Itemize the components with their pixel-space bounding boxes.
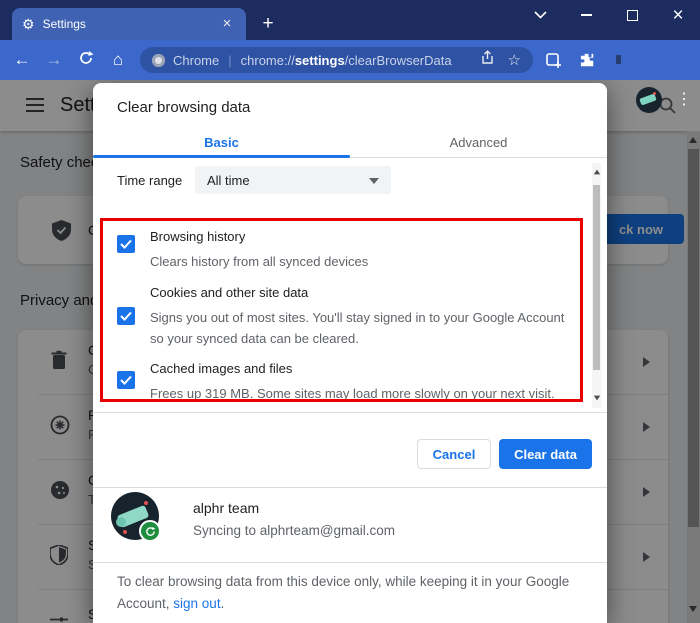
clear-data-button[interactable]: Clear data [499, 439, 592, 469]
address-bar[interactable]: Chrome | chrome://settings/clearBrowserD… [140, 47, 533, 73]
divider [93, 412, 607, 413]
dialog-scrollbar[interactable] [592, 163, 601, 408]
active-tab-underline [93, 155, 350, 158]
sign-out-link[interactable]: sign out [173, 596, 220, 611]
footer-note: To clear browsing data from this device … [117, 571, 579, 615]
minimize-button[interactable] [566, 0, 606, 30]
window-close-button[interactable]: × [658, 0, 698, 30]
clear-browsing-data-dialog: Clear browsing data Basic Advanced Time … [93, 83, 607, 623]
forward-icon[interactable]: → [38, 50, 70, 70]
browser-tab-settings[interactable]: ⚙ Settings × [12, 8, 246, 40]
url-chip-label: Chrome [173, 53, 219, 68]
profile-avatar [111, 492, 159, 540]
chrome-logo-icon [152, 54, 165, 67]
tab-search-chevron-icon[interactable] [520, 0, 560, 30]
profile-sync-status: Syncing to alphrteam@gmail.com [193, 523, 395, 538]
title-bar: ⚙ Settings × + × [0, 0, 700, 40]
cancel-button[interactable]: Cancel [417, 439, 491, 469]
home-icon[interactable]: ⌂ [102, 50, 134, 70]
divider [93, 487, 607, 488]
checkbox-browsing-history[interactable] [117, 235, 135, 253]
tab-title: Settings [43, 17, 218, 31]
browser-window: ⚙ Settings × + × ← → ⌂ Chrome | chrome:/… [0, 0, 700, 623]
tab-basic[interactable]: Basic [93, 128, 350, 157]
dialog-scrollbar-thumb[interactable] [593, 185, 600, 370]
time-range-select[interactable]: All time [195, 166, 391, 194]
gear-favicon-icon: ⚙ [22, 16, 35, 33]
browser-toolbar: ← → ⌂ Chrome | chrome://settings/clearBr… [0, 40, 700, 80]
url-text[interactable]: chrome://settings/clearBrowserData [241, 53, 452, 68]
tab-close-icon[interactable]: × [218, 15, 236, 33]
reload-icon[interactable] [70, 50, 102, 71]
sync-badge-icon [139, 520, 161, 542]
screenshot-extension-icon[interactable] [545, 52, 562, 74]
tab-advanced[interactable]: Advanced [350, 128, 607, 157]
checkbox-cookies[interactable] [117, 307, 135, 325]
dialog-title: Clear browsing data [117, 99, 250, 116]
maximize-button[interactable] [612, 0, 652, 30]
checkbox-cached-images[interactable] [117, 371, 135, 389]
profile-avatar-toolbar[interactable] [636, 87, 662, 113]
back-icon[interactable]: ← [6, 50, 38, 70]
share-icon[interactable] [480, 50, 495, 70]
dropdown-caret-icon [369, 178, 379, 184]
time-range-label: Time range [117, 173, 182, 188]
profile-name: alphr team [193, 500, 259, 516]
url-separator: | [228, 53, 231, 68]
new-tab-button[interactable]: + [256, 12, 280, 36]
bookmark-star-icon[interactable]: ☆ [508, 51, 521, 69]
extensions-puzzle-icon[interactable] [579, 52, 596, 74]
browser-menu-icon[interactable]: ⋮ [676, 88, 692, 112]
divider [93, 562, 607, 563]
